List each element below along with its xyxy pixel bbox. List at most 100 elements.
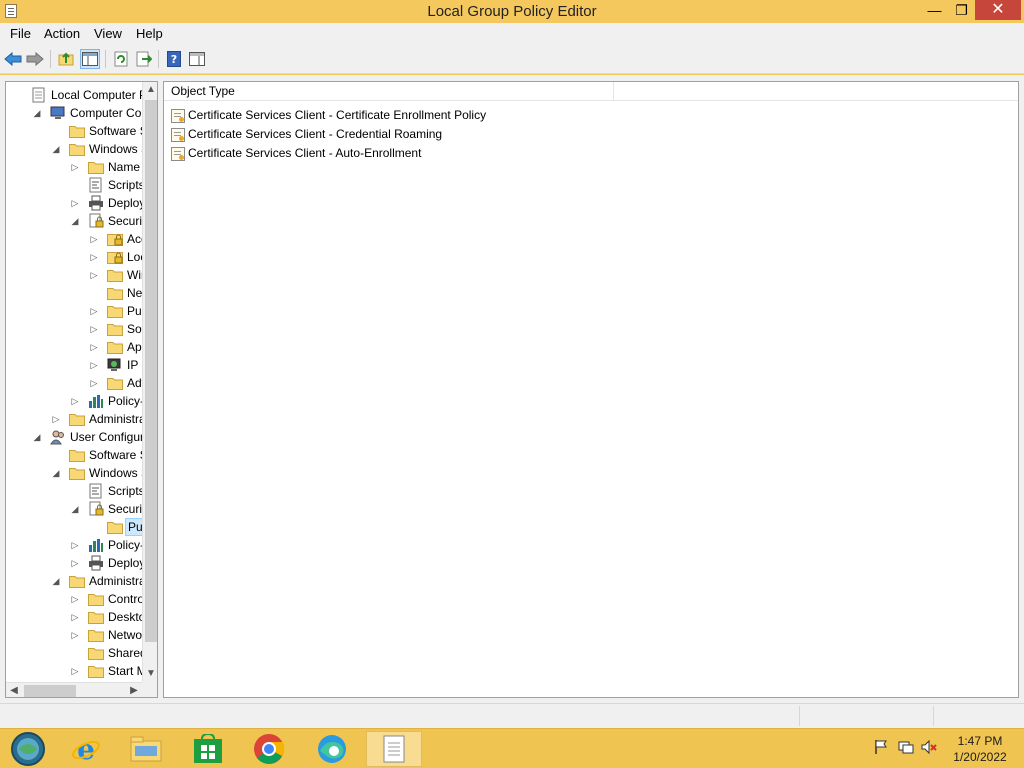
tree-node[interactable]: ▷ Local P bbox=[6, 248, 142, 266]
tree-node[interactable]: ▷ Desktop bbox=[6, 608, 142, 626]
system-clock[interactable]: 1:47 PM 1/20/2022 bbox=[942, 733, 1018, 765]
expand-arrow-icon[interactable]: ▷ bbox=[70, 392, 80, 410]
expand-arrow-icon[interactable]: ▷ bbox=[70, 608, 80, 626]
expand-arrow-icon[interactable]: ▷ bbox=[89, 302, 99, 320]
expand-arrow-icon[interactable]: ▷ bbox=[89, 266, 99, 284]
tree-node-label: Scripts (Lo bbox=[108, 484, 142, 498]
tree-horizontal-scrollbar[interactable]: ◀ ▶ bbox=[6, 682, 142, 697]
tree-node[interactable]: ▷ Windo bbox=[6, 266, 142, 284]
notepad-policy-icon[interactable] bbox=[366, 731, 422, 767]
tree-node[interactable]: Scripts (Lo bbox=[6, 482, 142, 500]
expand-arrow-icon[interactable]: ▷ bbox=[70, 194, 80, 212]
tree-node[interactable]: ◢ Security Se bbox=[6, 500, 142, 518]
folder-icon bbox=[69, 447, 85, 463]
column-header-object-type[interactable]: Object Type bbox=[164, 82, 614, 101]
tree-node[interactable]: ▷ Deployed bbox=[6, 194, 142, 212]
collapse-arrow-icon[interactable]: ◢ bbox=[70, 212, 80, 230]
internet-explorer-icon[interactable]: e bbox=[58, 731, 114, 767]
tree-node[interactable]: ◢ Administrativ bbox=[6, 572, 142, 590]
scroll-right-icon[interactable]: ▶ bbox=[126, 683, 142, 697]
tree-node[interactable]: ◢ Windows Sett bbox=[6, 140, 142, 158]
back-icon[interactable] bbox=[3, 49, 23, 69]
tree-node[interactable]: ▷ Public bbox=[6, 302, 142, 320]
menu-file[interactable]: File bbox=[10, 26, 31, 41]
tree-node[interactable]: Netwo bbox=[6, 284, 142, 302]
forward-icon[interactable] bbox=[25, 49, 45, 69]
up-folder-icon[interactable] bbox=[56, 49, 76, 69]
tree-node[interactable]: ▷ Accou bbox=[6, 230, 142, 248]
scroll-up-icon[interactable]: ▲ bbox=[143, 82, 157, 98]
expand-arrow-icon[interactable]: ▷ bbox=[70, 662, 80, 680]
tree-node[interactable]: Software Setti bbox=[6, 446, 142, 464]
tree-node[interactable]: ▷ Network bbox=[6, 626, 142, 644]
minimize-button[interactable]: — bbox=[921, 0, 948, 20]
store-icon[interactable] bbox=[180, 731, 236, 767]
collapse-arrow-icon[interactable]: ◢ bbox=[51, 140, 61, 158]
tree-node[interactable]: ▷ Policy-bas bbox=[6, 536, 142, 554]
tree-node[interactable]: ▷ Applic bbox=[6, 338, 142, 356]
collapse-arrow-icon[interactable]: ◢ bbox=[51, 572, 61, 590]
tree-node[interactable]: ◢ User Configuratio bbox=[6, 428, 142, 446]
menu-view[interactable]: View bbox=[94, 26, 122, 41]
tree-node[interactable]: ▷ Name Res bbox=[6, 158, 142, 176]
expand-arrow-icon[interactable]: ▷ bbox=[89, 338, 99, 356]
expand-arrow-icon[interactable]: ▷ bbox=[89, 374, 99, 392]
expand-arrow-icon[interactable]: ▷ bbox=[89, 230, 99, 248]
edge-icon[interactable] bbox=[304, 731, 360, 767]
close-button[interactable]: ✕ bbox=[975, 0, 1021, 20]
tree-node[interactable]: ◢ Windows Sett bbox=[6, 464, 142, 482]
menu-help[interactable]: Help bbox=[136, 26, 163, 41]
file-explorer-icon[interactable] bbox=[118, 731, 174, 767]
tree-node[interactable]: ▷ Start Menu bbox=[6, 662, 142, 680]
list-item[interactable]: Certificate Services Client - Certificat… bbox=[170, 106, 486, 124]
tree-node[interactable]: Public bbox=[6, 518, 142, 536]
expand-arrow-icon[interactable]: ▷ bbox=[89, 320, 99, 338]
list-item[interactable]: Certificate Services Client - Credential… bbox=[170, 125, 442, 143]
tree-node[interactable]: Software Setti bbox=[6, 122, 142, 140]
start-button-icon[interactable] bbox=[0, 731, 56, 767]
tree-node[interactable]: ▷ Advan bbox=[6, 374, 142, 392]
refresh-icon[interactable] bbox=[111, 49, 131, 69]
expand-arrow-icon[interactable]: ▷ bbox=[51, 410, 61, 428]
expand-arrow-icon[interactable]: ▷ bbox=[70, 158, 80, 176]
collapse-arrow-icon[interactable]: ◢ bbox=[70, 500, 80, 518]
tree-node[interactable]: Shared Fol bbox=[6, 644, 142, 662]
collapse-arrow-icon[interactable]: ◢ bbox=[32, 104, 42, 122]
tree-node[interactable]: ▷ Control Pa bbox=[6, 590, 142, 608]
expand-arrow-icon[interactable]: ▷ bbox=[70, 626, 80, 644]
scroll-left-icon[interactable]: ◀ bbox=[6, 683, 22, 697]
action-center-flag-icon[interactable] bbox=[873, 739, 889, 755]
properties-pane-icon[interactable] bbox=[187, 49, 207, 69]
help-icon[interactable]: ? bbox=[164, 49, 184, 69]
expand-arrow-icon[interactable]: ▷ bbox=[89, 356, 99, 374]
tree-node[interactable]: ▷ Softwa bbox=[6, 320, 142, 338]
export-list-icon[interactable] bbox=[134, 49, 154, 69]
tree-node[interactable]: ◢ Security Se bbox=[6, 212, 142, 230]
expand-arrow-icon[interactable]: ▷ bbox=[70, 590, 80, 608]
folder-icon bbox=[107, 267, 123, 283]
tree-node[interactable]: ◢ Computer Config bbox=[6, 104, 142, 122]
network-icon[interactable] bbox=[898, 739, 914, 755]
collapse-arrow-icon[interactable]: ◢ bbox=[32, 428, 42, 446]
volume-muted-icon[interactable] bbox=[921, 739, 937, 755]
tree-vertical-scrollbar[interactable]: ▲ ▼ bbox=[142, 82, 157, 682]
tree-node[interactable]: Scripts (Sta bbox=[6, 176, 142, 194]
tree-node[interactable]: ▷ IP Secu bbox=[6, 356, 142, 374]
menu-action[interactable]: Action bbox=[44, 26, 80, 41]
tree-node[interactable]: ▷ Deployed bbox=[6, 554, 142, 572]
tree-view[interactable]: Local Computer Polic ◢ Computer Config Soft… bbox=[6, 82, 142, 682]
scroll-down-icon[interactable]: ▼ bbox=[143, 666, 157, 682]
tree-node[interactable]: Local Computer Polic bbox=[6, 86, 142, 104]
expand-arrow-icon[interactable]: ▷ bbox=[89, 248, 99, 266]
restore-button[interactable]: ❐ bbox=[948, 0, 975, 20]
scroll-thumb[interactable] bbox=[145, 100, 157, 642]
expand-arrow-icon[interactable]: ▷ bbox=[70, 554, 80, 572]
expand-arrow-icon[interactable]: ▷ bbox=[70, 536, 80, 554]
chrome-icon[interactable] bbox=[241, 731, 297, 767]
collapse-arrow-icon[interactable]: ◢ bbox=[51, 464, 61, 482]
scroll-thumb-horizontal[interactable] bbox=[24, 685, 76, 697]
list-item[interactable]: Certificate Services Client - Auto-Enrol… bbox=[170, 144, 421, 162]
tree-node[interactable]: ▷ Administrativ bbox=[6, 410, 142, 428]
show-hide-tree-icon[interactable] bbox=[80, 49, 100, 69]
tree-node[interactable]: ▷ Policy-bas bbox=[6, 392, 142, 410]
